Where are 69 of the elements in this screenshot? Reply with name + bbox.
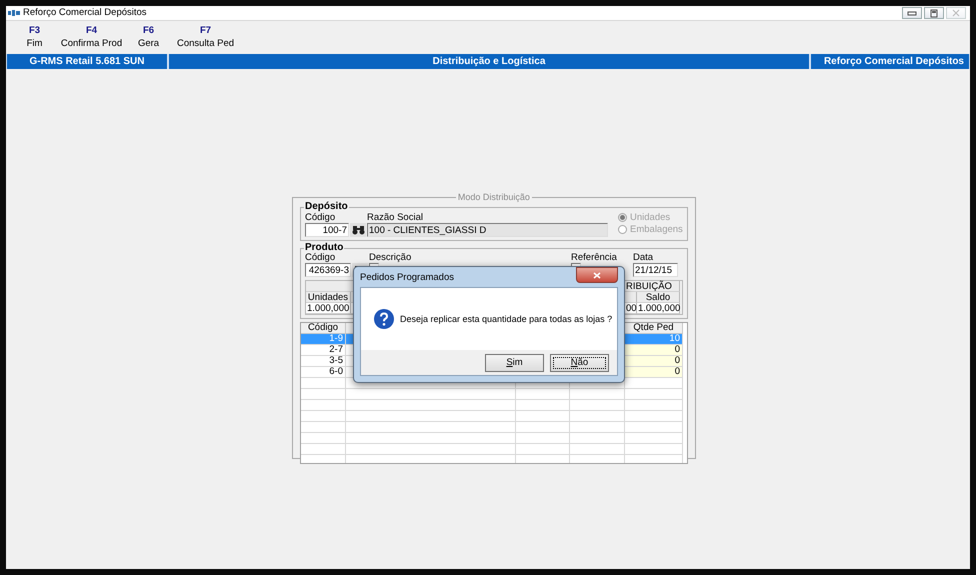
code-field[interactable]: 426369-3 — [305, 263, 351, 277]
dialog-button[interactable]: Sim — [485, 354, 544, 372]
table-cell — [516, 433, 570, 444]
table-cell[interactable]: 0 — [625, 345, 683, 356]
field-label: Razão Social — [367, 213, 424, 223]
table-cell — [570, 411, 625, 422]
company-name-field[interactable]: 100 - CLIENTES_GIASSI D — [367, 223, 608, 237]
minimize-button[interactable] — [902, 7, 922, 19]
group-title: Produto — [304, 243, 344, 253]
dialog-button[interactable]: Não — [550, 354, 609, 372]
minimize-icon — [907, 10, 917, 16]
dialog-message: Deseja replicar esta quantidade para todas as lojas ? — [400, 314, 612, 324]
restore-button[interactable] — [924, 7, 944, 19]
table-cell: 00 — [625, 303, 637, 314]
table-cell[interactable]: 2-7 — [301, 345, 346, 356]
header-version: G-RMS Retail 5.681 SUN — [6, 54, 168, 69]
close-button[interactable] — [576, 267, 618, 283]
table-cell — [625, 378, 683, 389]
table-cell — [625, 433, 683, 444]
code-field[interactable]: 100-7 — [305, 223, 349, 237]
header-module: Distribuição e Logística — [168, 54, 810, 69]
app-icon — [8, 9, 20, 17]
table-cell — [570, 422, 625, 433]
group-title: Depósito — [304, 202, 349, 212]
column-header: Unidades — [306, 292, 351, 303]
table-cell — [516, 411, 570, 422]
dialog-title: Pedidos Programados — [360, 272, 454, 282]
column-group-header: RIBUIÇÃO — [625, 281, 680, 292]
close-icon — [593, 272, 601, 278]
table-cell — [570, 444, 625, 455]
date-field[interactable]: 21/12/15 — [633, 263, 678, 277]
binoculars-button[interactable] — [350, 223, 366, 237]
table-cell — [516, 400, 570, 411]
table-cell — [516, 422, 570, 433]
function-key-button[interactable]: F7 Consulta Ped — [177, 22, 234, 51]
table-cell — [625, 444, 683, 455]
table-cell — [516, 444, 570, 455]
function-key-button[interactable]: F4 Confirma Prod — [63, 22, 120, 51]
table-cell — [625, 400, 683, 411]
header-screen: Reforço Comercial Depósitos — [810, 54, 970, 69]
restore-icon — [929, 8, 939, 18]
question-icon — [373, 308, 395, 330]
table-cell — [625, 422, 683, 433]
table-cell — [570, 389, 625, 400]
close-icon — [952, 9, 960, 17]
table-cell: 1.000,000 — [306, 303, 351, 314]
column-header — [625, 292, 637, 303]
table-cell — [625, 389, 683, 400]
binoculars-icon — [352, 225, 364, 235]
table-cell: 1.000,000 — [637, 303, 680, 314]
column-header: Código — [301, 323, 346, 334]
column-header: Qtde Ped — [625, 323, 683, 334]
table-cell — [570, 400, 625, 411]
table-cell — [516, 389, 570, 400]
table-cell — [570, 433, 625, 444]
window-title: Reforço Comercial Depósitos — [23, 7, 148, 19]
field-label: Código — [305, 213, 336, 223]
field-label: Data — [633, 253, 654, 263]
function-key-button[interactable]: F6 Gera — [120, 22, 177, 51]
table-cell[interactable]: 6-0 — [301, 367, 346, 378]
table-cell[interactable]: 0 — [625, 356, 683, 367]
table-cell[interactable]: 3-5 — [301, 356, 346, 367]
table-cell[interactable]: 0 — [625, 367, 683, 378]
column-header: Saldo — [637, 292, 680, 303]
field-label: Código — [305, 253, 336, 263]
table-cell — [625, 411, 683, 422]
field-label: Descrição — [369, 253, 412, 263]
panel-title: Modo Distribuição — [456, 193, 531, 202]
field-label: Referência — [571, 253, 618, 263]
